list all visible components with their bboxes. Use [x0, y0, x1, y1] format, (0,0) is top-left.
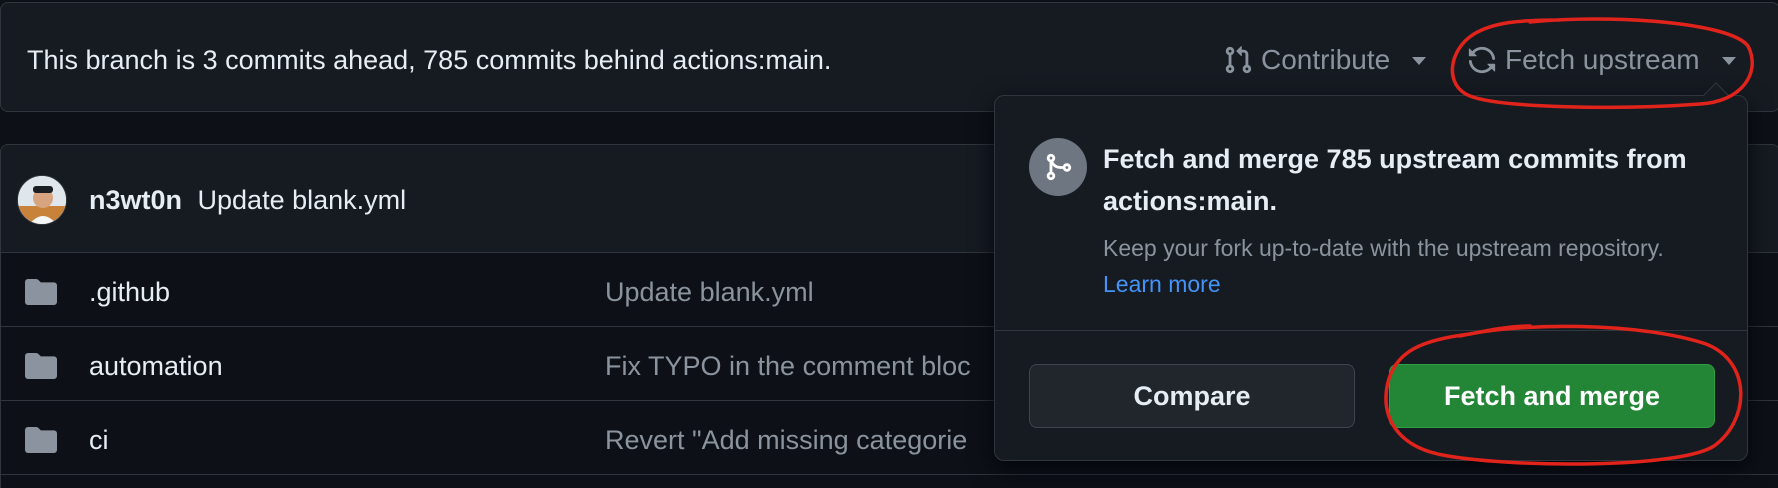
contribute-button[interactable]: Contribute — [1223, 37, 1427, 83]
folder-icon — [25, 279, 57, 305]
popover-title: Fetch and merge 785 upstream commits fro… — [1103, 144, 1687, 216]
folder-icon — [25, 427, 57, 453]
git-branch-icon-badge — [1029, 138, 1087, 196]
popover-divider — [995, 330, 1747, 331]
popover-description-text: Keep your fork up-to-date with the upstr… — [1103, 235, 1664, 261]
branch-status-text: This branch is 3 commits ahead, 785 comm… — [27, 45, 832, 75]
git-pull-request-icon — [1225, 46, 1252, 74]
compare-button[interactable]: Compare — [1029, 364, 1355, 428]
file-commit-message[interactable]: Revert "Add missing categorie — [605, 425, 967, 456]
avatar[interactable] — [17, 175, 67, 225]
chevron-down-icon — [1721, 57, 1736, 65]
chevron-down-icon — [1412, 57, 1427, 65]
contribute-label: Contribute — [1261, 44, 1391, 75]
file-commit-message[interactable]: Fix TYPO in the comment bloc — [605, 351, 971, 382]
git-merge-icon — [1046, 153, 1072, 181]
file-name-link[interactable]: ci — [89, 425, 109, 456]
sync-icon — [1468, 46, 1496, 74]
fetch-upstream-popover: Fetch and merge 785 upstream commits fro… — [994, 82, 1748, 461]
popover-description: Keep your fork up-to-date with the upstr… — [1103, 230, 1703, 302]
commit-author-link[interactable]: n3wt0n — [89, 185, 182, 215]
learn-more-link[interactable]: Learn more — [1103, 271, 1221, 297]
latest-commit-text: n3wt0n Update blank.yml — [89, 185, 406, 216]
fetch-and-merge-button[interactable]: Fetch and merge — [1389, 364, 1715, 428]
user-avatar-icon — [18, 176, 66, 224]
fetch-upstream-label: Fetch upstream — [1505, 44, 1700, 75]
file-name-link[interactable]: .github — [89, 277, 170, 308]
file-name-link[interactable]: automation — [89, 351, 223, 382]
fetch-upstream-button[interactable]: Fetch upstream — [1467, 37, 1736, 83]
folder-icon — [25, 353, 57, 379]
commit-message-link[interactable]: Update blank.yml — [198, 185, 407, 215]
screen: This branch is 3 commits ahead, 785 comm… — [0, 0, 1778, 488]
file-commit-message[interactable]: Update blank.yml — [605, 277, 814, 308]
